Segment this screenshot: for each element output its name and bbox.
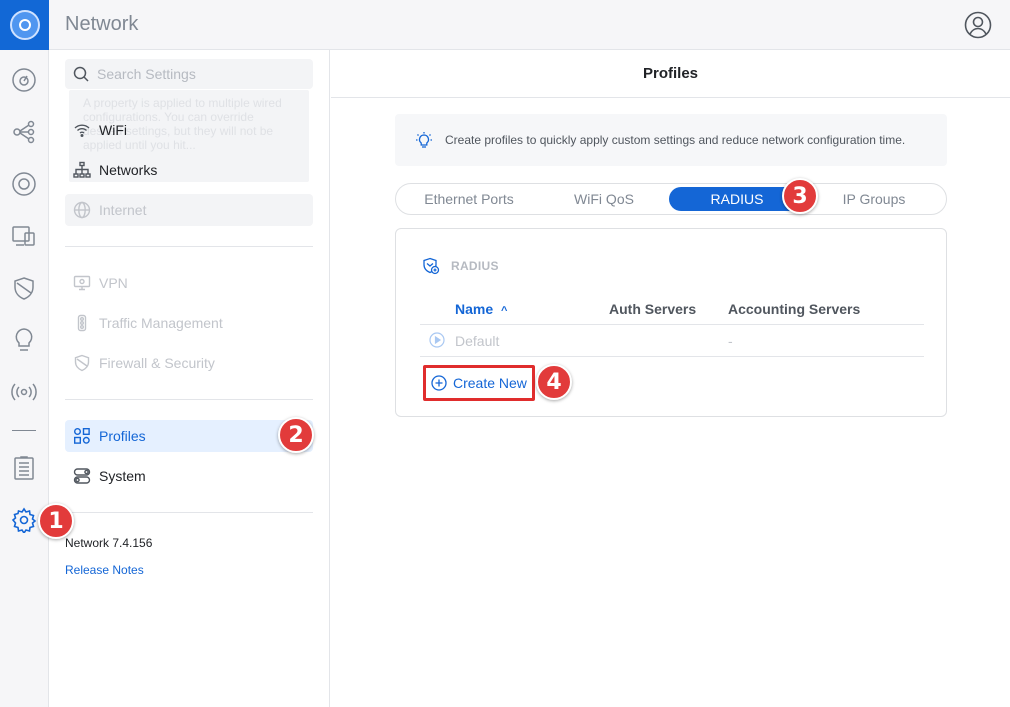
table-divider (420, 324, 924, 325)
network-tree-icon (73, 161, 91, 178)
sort-ascending-icon: ^ (501, 305, 508, 317)
rail-divider (12, 430, 36, 431)
radius-card: RADIUS Name ^ Auth Servers Accounting Se… (395, 228, 947, 417)
column-header-accounting-servers: Accounting Servers (728, 301, 861, 317)
sidebar-divider (65, 512, 313, 513)
radio-broadcast-icon[interactable] (11, 379, 37, 405)
sidebar-item-label: WiFi (99, 122, 127, 138)
table-row-accounting: - (728, 333, 733, 349)
logs-clipboard-icon[interactable] (11, 455, 37, 481)
unifi-logo[interactable] (0, 0, 49, 50)
step-badge-4: 4 (536, 364, 572, 400)
sidebar-item-vpn[interactable]: VPN (65, 267, 313, 299)
globe-icon (73, 201, 91, 219)
sidebar-divider (65, 246, 313, 247)
security-shield-icon[interactable] (11, 275, 37, 301)
sidebar-item-label: System (99, 468, 146, 484)
step-badge-1: 1 (38, 503, 74, 539)
sidebar-item-internet[interactable]: Internet (65, 194, 313, 226)
card-title: RADIUS (422, 257, 499, 275)
sidebar-item-wifi[interactable]: WiFi (65, 114, 313, 146)
search-icon (73, 66, 89, 82)
sidebar-item-networks[interactable]: Networks (65, 154, 313, 186)
clients-icon[interactable] (11, 223, 37, 249)
user-account-icon[interactable] (964, 11, 992, 39)
step-badge-2: 2 (278, 417, 314, 453)
insights-bulb-icon[interactable] (11, 327, 37, 353)
sidebar-item-label: Internet (99, 202, 147, 218)
tab-ethernet-ports[interactable]: Ethernet Ports (399, 187, 539, 211)
sidebar-divider (65, 399, 313, 400)
sidebar-item-label: Profiles (99, 428, 146, 444)
create-new-button[interactable]: Create New (423, 365, 535, 401)
system-toggle-icon (73, 468, 91, 484)
profiles-grid-icon (74, 428, 90, 444)
wifi-icon (74, 124, 90, 137)
info-text: Create profiles to quickly apply custom … (445, 133, 906, 147)
sidebar-item-label: Traffic Management (99, 315, 223, 331)
radius-shield-icon (423, 257, 440, 275)
settings-gear-icon[interactable] (11, 507, 37, 533)
app-version: Network 7.4.156 (65, 536, 153, 550)
search-input[interactable] (97, 66, 297, 82)
play-circle-icon (429, 332, 445, 348)
sidebar-item-traffic-management[interactable]: Traffic Management (65, 307, 313, 339)
tab-wifi-qos[interactable]: WiFi QoS (539, 187, 669, 211)
release-notes-link[interactable]: Release Notes (65, 563, 144, 577)
sidebar-item-firewall-security[interactable]: Firewall & Security (65, 347, 313, 379)
sidebar-item-label: Firewall & Security (99, 355, 215, 371)
shield-icon (74, 354, 90, 372)
sidebar-item-profiles[interactable]: Profiles (65, 420, 313, 452)
plus-circle-icon (431, 375, 447, 391)
devices-icon[interactable] (11, 171, 37, 197)
column-header-name[interactable]: Name ^ (455, 301, 507, 317)
step-badge-3: 3 (782, 178, 818, 214)
column-header-auth-servers: Auth Servers (609, 301, 697, 317)
search-box[interactable] (65, 59, 313, 89)
dashboard-icon[interactable] (11, 67, 37, 93)
tab-ip-groups[interactable]: IP Groups (805, 187, 943, 211)
vpn-monitor-icon (73, 275, 91, 291)
app-title: Network (65, 13, 139, 35)
icon-rail (0, 50, 49, 707)
traffic-light-icon (77, 314, 87, 332)
info-banner: Create profiles to quickly apply custom … (395, 114, 947, 166)
sidebar-item-label: Networks (99, 162, 158, 178)
table-divider (420, 356, 924, 357)
top-bar: Network (0, 0, 1010, 50)
table-row-name[interactable]: Default (455, 333, 499, 349)
lightbulb-icon (416, 132, 432, 148)
settings-sidebar: A property is applied to multiple wired … (49, 50, 330, 707)
profile-tabs: Ethernet Ports WiFi QoS RADIUS IP Groups (395, 183, 947, 215)
page-title: Profiles (331, 50, 1010, 98)
sidebar-item-system[interactable]: System (65, 460, 313, 492)
topology-icon[interactable] (11, 119, 37, 145)
sidebar-item-label: VPN (99, 275, 128, 291)
